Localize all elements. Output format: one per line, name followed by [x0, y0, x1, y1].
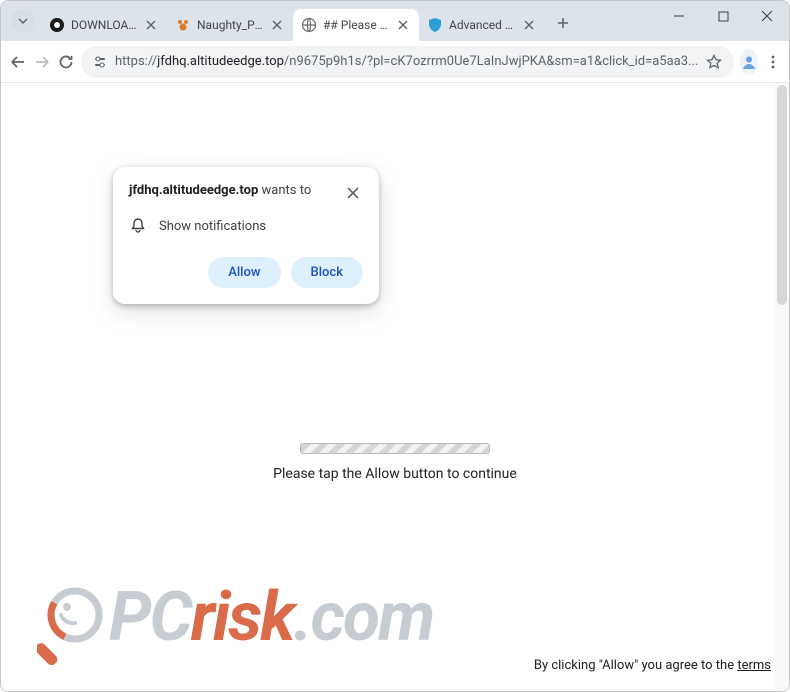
tab-title: Advanced Ad Blo [449, 18, 515, 32]
forward-button[interactable] [33, 47, 51, 77]
tab-0[interactable]: DOWNLOAD: Red [41, 9, 167, 41]
favicon-globe-icon [301, 17, 317, 33]
close-icon [146, 20, 156, 30]
close-icon [347, 187, 359, 199]
avatar-icon [740, 53, 758, 71]
tab-close-button[interactable] [269, 17, 285, 33]
footer-consent-text: By clicking "Allow" you agree to the ter… [534, 658, 771, 673]
favicon-paw-icon [175, 17, 191, 33]
plus-icon [556, 16, 570, 30]
chevron-down-icon [17, 15, 29, 27]
scrollbar-thumb[interactable] [777, 85, 787, 305]
page-content: Please tap the Allow button to continue … [1, 83, 789, 691]
pcrisk-watermark: PCrisk.com [37, 577, 437, 669]
prompt-permission-label: Show notifications [159, 219, 266, 234]
kebab-menu-icon [765, 54, 781, 70]
fake-progress-bar [300, 443, 490, 454]
prompt-close-button[interactable] [343, 183, 363, 203]
vertical-scrollbar[interactable] [775, 83, 789, 691]
close-icon [524, 20, 534, 30]
block-button[interactable]: Block [291, 257, 363, 288]
prompt-body: Show notifications [129, 217, 363, 235]
new-tab-button[interactable] [549, 9, 577, 37]
prompt-wants-to: wants to [258, 183, 311, 198]
footer-pre: By clicking "Allow" you agree to the [534, 658, 737, 673]
titlebar: DOWNLOAD: Red Naughty_Popa's F ## Plea [1, 1, 789, 41]
prompt-title: jfdhq.altitudeedge.top wants to [129, 183, 311, 198]
favicon-shield-icon [427, 17, 443, 33]
arrow-right-icon [33, 53, 51, 71]
close-icon [398, 20, 408, 30]
url-text: https://jfdhq.altitudeedge.top/n9675p9h1… [115, 54, 698, 69]
tab-close-button[interactable] [521, 17, 537, 33]
site-settings-icon[interactable] [93, 55, 107, 69]
favicon-circle-icon [49, 17, 65, 33]
maximize-icon [718, 11, 729, 22]
prompt-actions: Allow Block [129, 257, 363, 288]
progress-text: Please tap the Allow button to continue [273, 466, 517, 482]
arrow-left-icon [9, 53, 27, 71]
magnifier-icon [37, 585, 117, 665]
minimize-icon [673, 10, 685, 22]
window-minimize-button[interactable] [657, 1, 701, 31]
prompt-domain: jfdhq.altitudeedge.top [129, 183, 258, 198]
back-button[interactable] [9, 47, 27, 77]
tab-2-active[interactable]: ## Please tap the [293, 9, 419, 41]
tab-title: ## Please tap the [323, 18, 389, 32]
bookmark-star-icon[interactable] [706, 54, 722, 70]
bell-icon [129, 217, 147, 235]
window-controls [657, 1, 789, 41]
address-bar[interactable]: https://jfdhq.altitudeedge.top/n9675p9h1… [81, 46, 734, 78]
tab-3[interactable]: Advanced Ad Blo [419, 9, 545, 41]
tab-search-button[interactable] [11, 9, 35, 33]
browser-window: DOWNLOAD: Red Naughty_Popa's F ## Plea [0, 0, 790, 692]
notification-permission-prompt: jfdhq.altitudeedge.top wants to Show not… [113, 167, 379, 304]
close-icon [761, 10, 773, 22]
tab-close-button[interactable] [143, 17, 159, 33]
tab-close-button[interactable] [395, 17, 411, 33]
tab-title: DOWNLOAD: Red [71, 18, 137, 32]
browser-menu-button[interactable] [764, 47, 781, 77]
logo-text: PCrisk.com [109, 577, 433, 657]
tab-1[interactable]: Naughty_Popa's F [167, 9, 293, 41]
reload-icon [57, 53, 75, 71]
tab-title: Naughty_Popa's F [197, 18, 263, 32]
window-close-button[interactable] [745, 1, 789, 31]
allow-button[interactable]: Allow [208, 257, 280, 288]
prompt-header: jfdhq.altitudeedge.top wants to [129, 183, 363, 203]
footer-terms-link[interactable]: terms [737, 658, 771, 673]
reload-button[interactable] [57, 47, 75, 77]
toolbar: https://jfdhq.altitudeedge.top/n9675p9h1… [1, 41, 789, 83]
window-maximize-button[interactable] [701, 1, 745, 31]
close-icon [272, 20, 282, 30]
tab-strip: DOWNLOAD: Red Naughty_Popa's F ## Plea [41, 1, 657, 41]
profile-button[interactable] [740, 49, 758, 75]
